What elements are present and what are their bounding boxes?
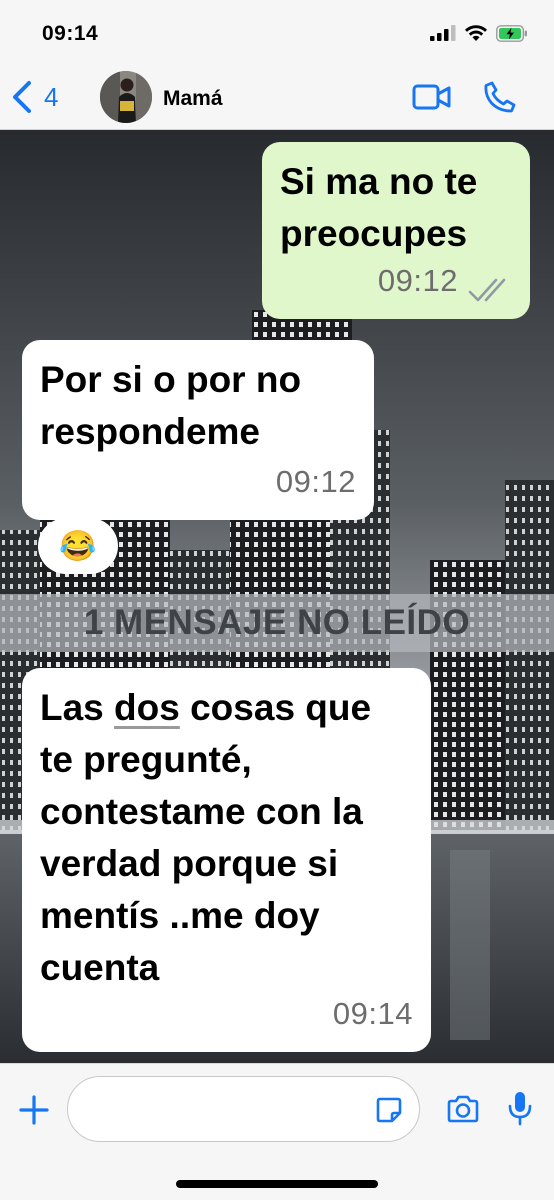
message-time: 09:12: [275, 464, 356, 499]
back-chevron-icon: [13, 81, 31, 113]
sticker-icon: [376, 1097, 402, 1123]
message-text: Por si o por no respondeme: [40, 359, 302, 452]
plus-icon: [19, 1095, 49, 1125]
video-call-button[interactable]: [412, 82, 452, 117]
message-text: Si ma no te preocupes: [280, 161, 478, 254]
message-reaction[interactable]: 😂: [38, 518, 118, 574]
unread-divider-label: 1 MENSAJE NO LEÍDO: [83, 603, 471, 642]
unread-divider: 1 MENSAJE NO LEÍDO: [0, 594, 554, 652]
battery-icon: [496, 24, 527, 42]
attach-button[interactable]: [18, 1094, 50, 1131]
camera-button[interactable]: [446, 1094, 480, 1129]
microphone-button[interactable]: [507, 1090, 533, 1131]
status-bar: 09:14: [0, 0, 554, 70]
message-time: 09:14: [332, 996, 413, 1031]
read-receipt-icon: [468, 278, 506, 302]
wifi-icon: [465, 25, 487, 41]
sticker-button[interactable]: [375, 1096, 403, 1129]
signal-icon: [430, 25, 456, 41]
underlined-word: dos: [114, 687, 180, 728]
message-time: 09:12: [377, 263, 458, 298]
message-text: Las dos cosas que te pregunté, contestam…: [40, 687, 372, 988]
home-indicator[interactable]: [176, 1180, 378, 1188]
status-time: 09:14: [42, 22, 99, 45]
chat-header: 4 Mamá: [0, 70, 554, 130]
message-bubble-outgoing[interactable]: Si ma no te preocupes 09:12: [262, 142, 530, 319]
phone-icon: [484, 81, 516, 113]
contact-name[interactable]: Mamá: [163, 87, 223, 111]
message-bubble-incoming[interactable]: Por si o por no respondeme 09:12: [22, 340, 374, 520]
back-button[interactable]: 4: [10, 78, 58, 116]
status-icons: [430, 24, 528, 42]
reaction-emoji: 😂: [59, 529, 97, 563]
avatar[interactable]: [100, 71, 152, 123]
voice-call-button[interactable]: [483, 80, 517, 119]
unread-chats-count: 4: [44, 81, 59, 112]
message-bubble-incoming[interactable]: Las dos cosas que te pregunté, contestam…: [22, 668, 431, 1052]
message-input[interactable]: [67, 1076, 420, 1142]
microphone-icon: [508, 1092, 532, 1126]
chat-area[interactable]: Si ma no te preocupes 09:12 Por si o por…: [0, 130, 554, 1063]
avatar-photo: [100, 71, 152, 123]
composer-bar: [0, 1063, 554, 1200]
video-call-icon: [412, 84, 451, 110]
camera-icon: [447, 1095, 479, 1123]
